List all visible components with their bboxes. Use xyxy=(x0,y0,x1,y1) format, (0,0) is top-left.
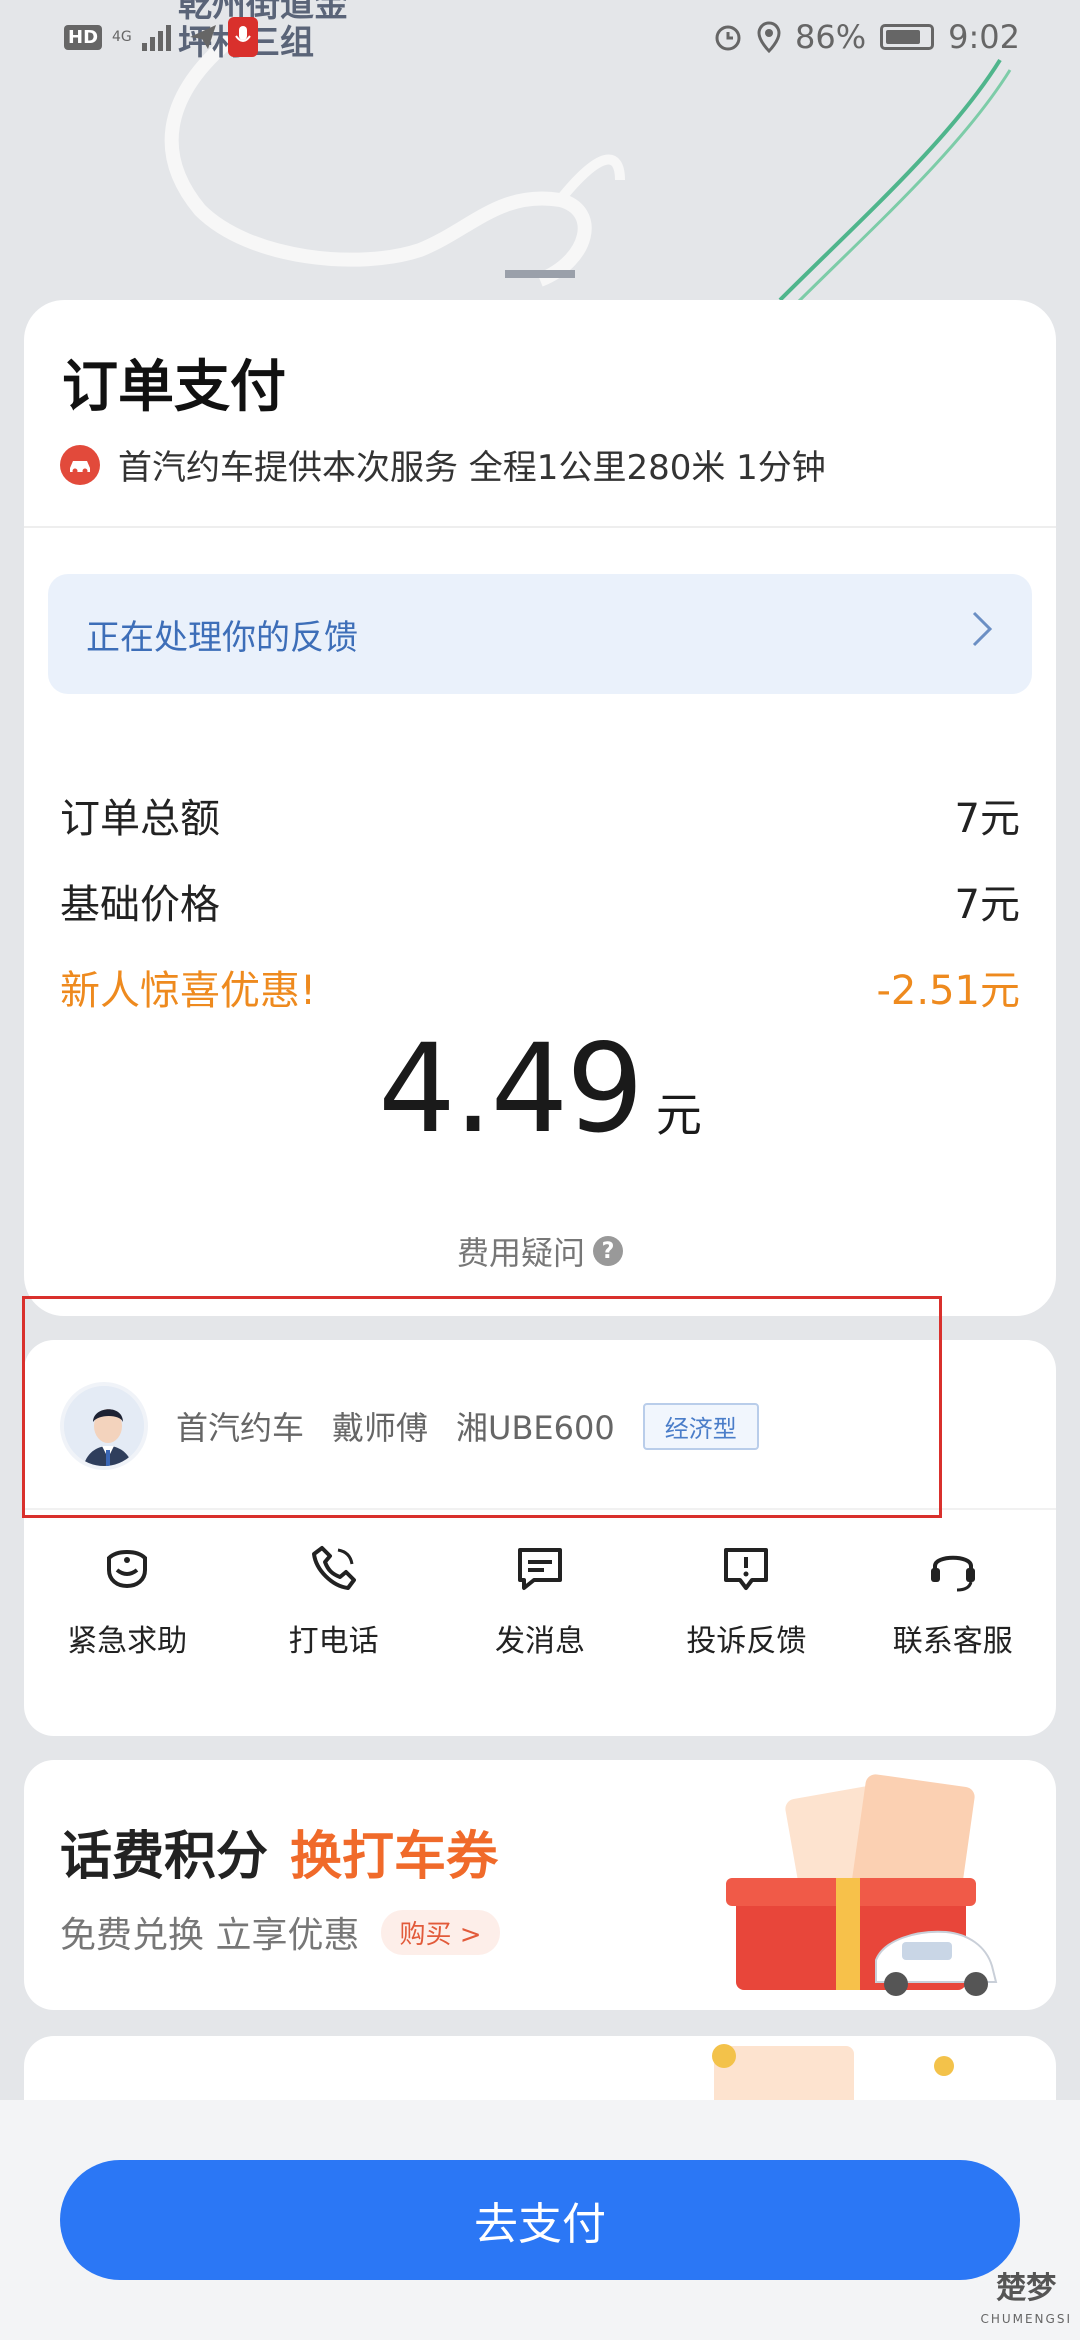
points-exchange-promo[interactable]: 话费积分 换打车券 免费兑换 立享优惠 购买 > xyxy=(24,1760,1056,2010)
action-label: 联系客服 xyxy=(892,1624,1013,1659)
price-label: 订单总额 xyxy=(60,796,220,842)
message-icon xyxy=(512,1540,568,1596)
location-icon xyxy=(757,21,781,53)
price-row-discount: 新人惊喜优惠! -2.51元 xyxy=(60,958,1020,1016)
complaint-feedback-button[interactable]: 投诉反馈 xyxy=(651,1540,841,1660)
total-price: 4.49 元 xyxy=(24,1018,1056,1160)
total-amount: 4.49 xyxy=(378,1018,644,1160)
price-value: 7元 xyxy=(954,796,1020,842)
microphone-icon xyxy=(227,17,258,57)
feedback-status-banner[interactable]: 正在处理你的反馈 xyxy=(48,574,1032,694)
battery-percent: 86% xyxy=(795,18,867,56)
promo-title-accent: 换打车券 xyxy=(290,1827,499,1887)
feedback-text: 正在处理你的反馈 xyxy=(86,617,358,658)
call-button[interactable]: 打电话 xyxy=(239,1540,429,1660)
promo-subtitle: 免费兑换 立享优惠 xyxy=(60,1915,360,1956)
discount-label: 新人惊喜优惠! xyxy=(60,968,317,1014)
watermark-sub: CHUMENGSI xyxy=(980,2312,1072,2326)
action-label: 紧急求助 xyxy=(67,1624,188,1659)
chevron-right-icon xyxy=(970,609,994,660)
headset-icon xyxy=(925,1540,981,1596)
contact-support-button[interactable]: 联系客服 xyxy=(858,1540,1048,1660)
send-icon xyxy=(188,23,218,51)
shield-icon xyxy=(99,1540,155,1596)
buy-button[interactable]: 购买 > xyxy=(381,1909,500,1955)
action-label: 投诉反馈 xyxy=(686,1624,807,1659)
status-right: 86% 9:02 xyxy=(713,18,1020,56)
coupon-gift-illustration xyxy=(706,1770,1036,2010)
alarm-icon xyxy=(713,22,743,52)
page-title: 订单支付 xyxy=(62,355,286,420)
hd-badge: HD xyxy=(64,24,103,50)
divider xyxy=(24,526,1056,528)
signal-icon xyxy=(141,23,178,51)
promo-title-text: 话费积分 xyxy=(60,1827,269,1887)
price-row-total: 订单总额 7元 xyxy=(60,786,1020,844)
status-bar: HD 4G 86% 9:02 xyxy=(0,0,1080,74)
service-text: 首汽约车提供本次服务 全程1公里280米 1分钟 xyxy=(118,448,826,488)
emergency-help-button[interactable]: 紧急求助 xyxy=(32,1540,222,1660)
help-icon: ? xyxy=(593,1236,623,1266)
car-brand-icon xyxy=(60,444,100,485)
action-label: 发消息 xyxy=(494,1624,585,1659)
battery-icon xyxy=(880,24,935,50)
price-value: 7元 xyxy=(954,882,1020,928)
pay-button[interactable]: 去支付 xyxy=(60,2160,1020,2280)
price-row-base: 基础价格 7元 xyxy=(60,872,1020,930)
driver-actions: 紧急求助 打电话 发消息 投诉反馈 联系客服 xyxy=(24,1540,1056,1660)
discount-value: -2.51元 xyxy=(876,968,1021,1014)
promo-subtitle-row: 免费兑换 立享优惠 购买 > xyxy=(60,1906,500,1958)
promo-title: 话费积分 换打车券 xyxy=(60,1814,498,1889)
status-left: HD 4G xyxy=(64,17,258,57)
service-info: 首汽约车提供本次服务 全程1公里280米 1分钟 xyxy=(60,440,826,489)
order-payment-sheet: 订单支付 首汽约车提供本次服务 全程1公里280米 1分钟 正在处理你的反馈 订… xyxy=(24,300,1056,1316)
network-type-label: 4G xyxy=(112,29,132,45)
send-message-button[interactable]: 发消息 xyxy=(445,1540,635,1660)
fee-question-link[interactable]: 费用疑问 ? xyxy=(24,1228,1056,1274)
driver-highlight-frame xyxy=(22,1296,942,1518)
fee-question-label: 费用疑问 xyxy=(456,1234,585,1272)
phone-icon xyxy=(306,1540,362,1596)
complaint-icon xyxy=(718,1540,774,1596)
clock: 9:02 xyxy=(948,18,1020,56)
price-label: 基础价格 xyxy=(60,882,220,928)
total-unit: 元 xyxy=(655,1088,702,1142)
watermark: 楚梦 CHUMENGSI xyxy=(980,2274,1072,2334)
action-label: 打电话 xyxy=(288,1624,379,1659)
watermark-logo: 楚梦 xyxy=(996,2271,1057,2306)
